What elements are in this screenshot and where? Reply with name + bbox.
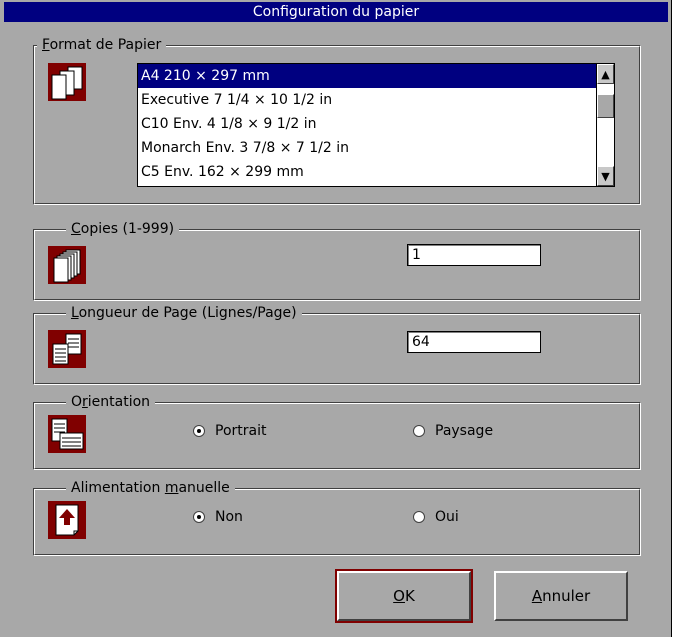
radio-empty-icon (413, 425, 425, 437)
portrait-label: Portrait (215, 423, 267, 439)
cancel-button[interactable]: Annuler (494, 571, 628, 621)
paper-format-legend: Format de Papier (37, 36, 167, 54)
copies-input[interactable]: 1 (407, 244, 541, 266)
page-length-icon (48, 330, 86, 368)
copies-icon (48, 246, 86, 284)
orientation-group: Orientation Portrait Paysage (33, 393, 641, 470)
paper-format-listbox[interactable]: A4 210 × 297 mm Executive 7 1/4 × 10 1/2 … (137, 63, 615, 187)
list-item[interactable]: Executive 7 1/4 × 10 1/2 in (138, 88, 598, 112)
manual-feed-yes-radio[interactable]: Oui (413, 509, 459, 525)
list-item[interactable]: C5 Env. 162 × 299 mm (138, 160, 598, 184)
vertical-scrollbar[interactable]: ▲ ▼ (596, 64, 614, 186)
landscape-label: Paysage (435, 423, 494, 439)
radio-empty-icon (413, 511, 425, 523)
copies-group: Copies (1-999) 1 (33, 220, 641, 301)
ok-button[interactable]: OK (335, 569, 473, 623)
radio-selected-icon (193, 425, 205, 437)
paper-format-icon (48, 63, 86, 101)
manual-feed-no-label: Non (215, 509, 243, 525)
scroll-up-arrow-icon[interactable]: ▲ (597, 64, 614, 84)
manual-feed-group: Alimentation manuelle Non Oui (33, 479, 641, 556)
page-length-input[interactable]: 64 (407, 331, 541, 353)
manual-feed-legend: Alimentation manuelle (66, 479, 235, 497)
window-title: Configuration du papier (4, 2, 668, 22)
scroll-down-arrow-icon[interactable]: ▼ (597, 166, 614, 186)
portrait-radio[interactable]: Portrait (193, 423, 266, 439)
list-item[interactable]: Monarch Env. 3 7/8 × 7 1/2 in (138, 136, 598, 160)
manual-feed-icon (48, 501, 86, 539)
orientation-legend: Orientation (66, 393, 156, 411)
list-item[interactable]: C10 Env. 4 1/8 × 9 1/2 in (138, 112, 598, 136)
paper-setup-dialog: Configuration du papier Format de Papier… (0, 0, 672, 637)
page-length-group: Longueur de Page (Lignes/Page) 64 (33, 304, 641, 385)
landscape-radio[interactable]: Paysage (413, 423, 493, 439)
copies-legend: Copies (1-999) (66, 220, 180, 238)
scroll-thumb[interactable] (597, 94, 614, 118)
list-item[interactable]: A4 210 × 297 mm (138, 64, 598, 88)
paper-format-list: A4 210 × 297 mm Executive 7 1/4 × 10 1/2 … (138, 64, 598, 184)
radio-selected-icon (193, 511, 205, 523)
paper-format-group: Format de Papier A4 210 × 297 mm Executiv… (33, 36, 641, 205)
orientation-icon (48, 415, 86, 453)
manual-feed-yes-label: Oui (435, 509, 459, 525)
page-length-legend: Longueur de Page (Lignes/Page) (66, 304, 302, 322)
manual-feed-no-radio[interactable]: Non (193, 509, 243, 525)
